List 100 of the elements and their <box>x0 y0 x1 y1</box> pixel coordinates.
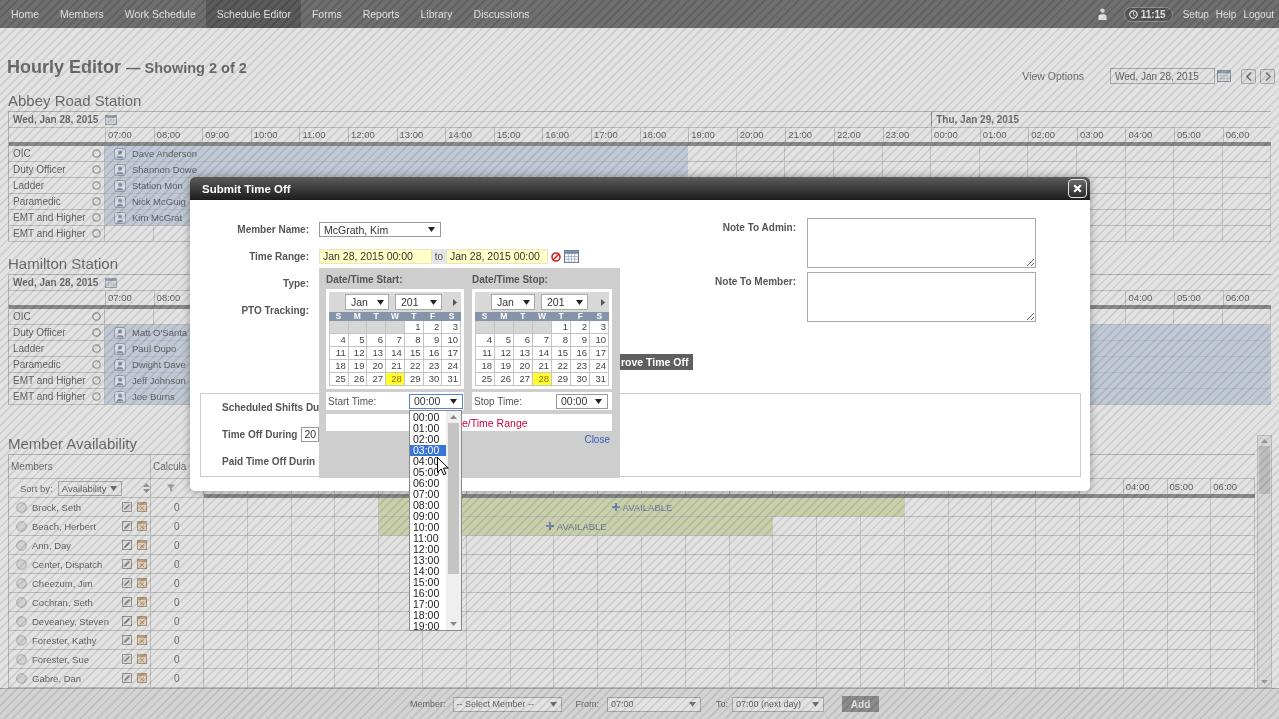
pencil-icon[interactable] <box>122 540 132 550</box>
time-option[interactable]: 11:00 <box>410 532 446 544</box>
day-cell[interactable]: 27 <box>514 373 533 386</box>
time-option[interactable]: 12:00 <box>410 543 446 555</box>
member-select[interactable]: McGrath, Kim <box>319 222 441 237</box>
date-field[interactable]: Jan 28, 2015 00:00 <box>446 249 548 264</box>
time-option[interactable]: 02:00 <box>410 433 446 445</box>
day-cell[interactable]: 4 <box>476 334 495 347</box>
date-field[interactable]: Wed, Jan 28, 2015 <box>1110 68 1215 84</box>
day-cell[interactable]: 12 <box>495 347 514 360</box>
day-cell[interactable]: 1 <box>552 321 571 334</box>
day-cell[interactable]: 8 <box>552 334 571 347</box>
time-option[interactable]: 13:00 <box>410 554 446 566</box>
day-cell[interactable]: 28 <box>386 373 405 386</box>
day-cell[interactable]: 25 <box>476 373 495 386</box>
close-button[interactable] <box>1068 179 1087 198</box>
calendar-icon[interactable] <box>564 250 579 263</box>
time-option[interactable]: 16:00 <box>410 587 446 599</box>
time-option[interactable]: 09:00 <box>410 510 446 522</box>
member-select[interactable]: -- Select Member -- <box>452 696 562 712</box>
to-select[interactable]: 07:00 (next day) <box>732 696 825 712</box>
caret-right-icon[interactable] <box>453 298 457 306</box>
day-cell[interactable]: 3 <box>590 321 609 334</box>
caret-right-icon[interactable] <box>601 298 605 306</box>
day-cell[interactable]: 10 <box>442 334 461 347</box>
note-field[interactable] <box>807 218 1036 268</box>
pencil-icon[interactable] <box>122 654 132 664</box>
year-select[interactable]: 201 <box>395 294 442 310</box>
input-field[interactable]: 20 <box>301 427 320 442</box>
day-cell[interactable]: 20 <box>514 360 533 373</box>
previous-button[interactable] <box>1241 68 1256 84</box>
calendar-x-icon[interactable] <box>137 616 147 626</box>
day-cell[interactable]: 11 <box>476 347 495 360</box>
time-option[interactable]: 01:00 <box>410 422 446 434</box>
dropdown-scrollbar[interactable] <box>446 411 461 630</box>
approve-button[interactable]: rove Time Off <box>620 354 693 370</box>
day-cell[interactable]: 4 <box>330 334 349 347</box>
day-cell[interactable]: 20 <box>367 360 387 373</box>
day-cell[interactable]: 18 <box>476 360 495 373</box>
day-cell[interactable]: 14 <box>386 347 405 360</box>
scrollbar-thumb[interactable] <box>1259 446 1270 494</box>
calendar-x-icon[interactable] <box>137 654 147 664</box>
pencil-icon[interactable] <box>122 635 132 645</box>
time-option[interactable]: 00:00 <box>410 411 446 423</box>
pencil-icon[interactable] <box>122 559 132 569</box>
day-cell[interactable]: 10 <box>590 334 609 347</box>
scrollbar-thumb[interactable] <box>448 423 459 574</box>
day-cell[interactable]: 25 <box>330 373 349 386</box>
calendar-x-icon[interactable] <box>137 635 147 645</box>
time-option[interactable]: 07:00 <box>410 488 446 500</box>
time-option[interactable]: 19:00 <box>410 620 446 632</box>
day-cell[interactable]: 28 <box>533 373 552 386</box>
calendar-x-icon[interactable] <box>137 521 147 531</box>
pencil-icon[interactable] <box>122 521 132 531</box>
time-option[interactable]: 14:00 <box>410 565 446 577</box>
pencil-icon[interactable] <box>122 673 132 683</box>
filter-icon[interactable] <box>167 484 175 492</box>
nav-link[interactable]: Setup <box>1182 8 1209 20</box>
time-option[interactable]: 08:00 <box>410 499 446 511</box>
pencil-icon[interactable] <box>122 578 132 588</box>
day-cell[interactable]: 30 <box>571 373 590 386</box>
month-select[interactable]: Jan <box>491 294 535 310</box>
pencil-icon[interactable] <box>122 616 132 626</box>
nav-tab[interactable]: Schedule Editor <box>206 0 302 28</box>
day-cell[interactable]: 14 <box>533 347 552 360</box>
time-option[interactable]: 03:00 <box>410 444 446 456</box>
calendar-x-icon[interactable] <box>137 540 147 550</box>
calendar-x-icon[interactable] <box>137 502 147 512</box>
sort-icon[interactable] <box>143 483 150 493</box>
next-button[interactable] <box>1260 68 1275 84</box>
day-cell[interactable]: 7 <box>533 334 552 347</box>
day-cell[interactable]: 17 <box>442 347 461 360</box>
calendar-icon[interactable] <box>1217 70 1231 82</box>
scrollbar[interactable] <box>1257 435 1272 688</box>
day-cell[interactable]: 26 <box>495 373 514 386</box>
calendar-x-icon[interactable] <box>137 578 147 588</box>
day-cell[interactable]: 9 <box>571 334 590 347</box>
prohibited-icon[interactable] <box>551 251 561 262</box>
day-cell[interactable]: 19 <box>495 360 514 373</box>
month-select[interactable]: Jan <box>345 294 389 310</box>
pencil-icon[interactable] <box>122 597 132 607</box>
time-option[interactable]: 15:00 <box>410 576 446 588</box>
day-cell[interactable]: 6 <box>514 334 533 347</box>
day-cell[interactable]: 16 <box>571 347 590 360</box>
day-cell[interactable]: 24 <box>442 360 461 373</box>
day-cell[interactable]: 15 <box>552 347 571 360</box>
day-cell[interactable]: 21 <box>533 360 552 373</box>
calendar-x-icon[interactable] <box>137 559 147 569</box>
day-cell[interactable]: 2 <box>571 321 590 334</box>
day-cell[interactable]: 11 <box>330 347 349 360</box>
day-cell[interactable]: 17 <box>590 347 609 360</box>
date-field[interactable]: Jan 28, 2015 00:00 <box>319 249 432 264</box>
pencil-icon[interactable] <box>122 502 132 512</box>
note-field[interactable] <box>807 272 1036 322</box>
day-cell[interactable]: 27 <box>367 373 387 386</box>
nav-link[interactable]: Logout <box>1243 8 1274 20</box>
day-cell[interactable]: 13 <box>514 347 533 360</box>
calendar-x-icon[interactable] <box>137 673 147 683</box>
day-cell[interactable]: 29 <box>552 373 571 386</box>
time-option[interactable]: 10:00 <box>410 521 446 533</box>
